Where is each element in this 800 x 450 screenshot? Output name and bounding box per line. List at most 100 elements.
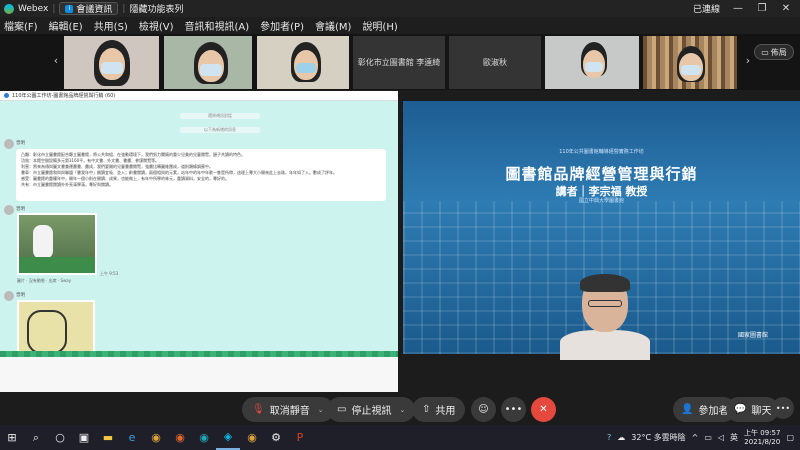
menu-audio-video[interactable]: 音訊和視訊(A)	[185, 18, 250, 33]
search-icon[interactable]: ⌕	[24, 425, 48, 450]
clock[interactable]: 上午 09:57 2021/8/20	[744, 429, 780, 447]
layout-button[interactable]: ▭ 佈局	[754, 44, 794, 60]
settings-icon[interactable]: ⚙	[264, 425, 288, 450]
webex-app-icon[interactable]: ◈	[216, 425, 240, 450]
chrome-icon[interactable]: ◉	[240, 425, 264, 450]
leave-meeting-button[interactable]: ✕	[531, 397, 556, 422]
minimize-icon[interactable]: —	[732, 3, 744, 14]
chrome-icon[interactable]: ◉	[144, 425, 168, 450]
volume-icon[interactable]: ◁	[718, 433, 724, 442]
share-label: 共用	[435, 406, 456, 417]
info-icon: i	[65, 4, 74, 13]
shared-photo	[17, 213, 97, 275]
meeting-info-label: 會議資訊	[76, 5, 113, 15]
chat-label: 聊天	[751, 406, 772, 417]
sender-name: 曾明	[16, 141, 25, 146]
video-speaker-org: 國立中興大學圖書館	[578, 198, 624, 204]
chevron-up-icon[interactable]: ^	[692, 433, 699, 442]
menu-share[interactable]: 共用(S)	[94, 18, 128, 33]
input-language[interactable]: 英	[730, 432, 738, 443]
participant-tile[interactable]	[643, 36, 737, 89]
share-button[interactable]: ⇧ 共用	[412, 397, 466, 422]
chat-bubble-icon: 💬	[734, 404, 747, 415]
divider: |	[122, 3, 126, 14]
camera-icon: ▭	[337, 404, 347, 415]
menu-meeting[interactable]: 會議(M)	[315, 18, 351, 33]
edge-icon[interactable]: ◉	[192, 425, 216, 450]
share-icon: ⇧	[422, 404, 431, 415]
more-icon: •••	[504, 404, 523, 415]
photo-caption: 圖片 · 沒有動態 · 出席 · Sway	[17, 278, 72, 283]
more-options-button[interactable]: •••	[501, 397, 526, 422]
menu-file[interactable]: 檔案(F)	[4, 18, 38, 33]
firefox-icon[interactable]: ◉	[168, 425, 192, 450]
video-subtitle: 110年公共圖書館輔導經營實務工作坊	[559, 149, 644, 155]
close-icon: ✕	[539, 404, 548, 415]
participant-tile[interactable]	[64, 36, 159, 89]
connection-status: 已連線	[692, 5, 720, 15]
weather-text[interactable]: 32°C 多雲時陰	[631, 432, 685, 443]
chevron-right-icon[interactable]: ›	[742, 54, 754, 67]
sender-name: 曾明	[16, 207, 25, 212]
unmute-button[interactable]: 🎙 取消靜音 ⌄	[242, 397, 334, 422]
reactions-button[interactable]: ☺	[471, 397, 496, 422]
file-explorer-icon[interactable]: ▬	[96, 425, 120, 450]
system-message: 以下為新增的訊息	[180, 127, 260, 133]
shared-content-panel: 110年公圖工作坊-圖書館品牌經營與行銷 (60) 還原視訊對話 以下為新增的訊…	[0, 91, 398, 392]
chevron-down-icon[interactable]: ⌄	[399, 406, 405, 414]
stop-video-label: 停止視訊	[351, 406, 392, 417]
edge-icon[interactable]: e	[120, 425, 144, 450]
shared-chat-footer	[0, 357, 398, 392]
task-view-icon[interactable]: ○	[48, 425, 72, 450]
avatar	[4, 139, 14, 149]
system-message: 還原視訊對話	[180, 113, 260, 119]
stop-video-button[interactable]: ▭ 停止視訊 ⌄	[327, 397, 416, 422]
mic-off-icon: 🎙	[252, 404, 265, 415]
menu-participants[interactable]: 參加者(P)	[260, 18, 304, 33]
layout-icon: ▭	[761, 47, 769, 57]
participant-tile[interactable]: 彰化市立圖書館 李遠綺	[353, 36, 445, 89]
notification-icon[interactable]: ▢	[786, 433, 794, 442]
app-name: Webex	[18, 3, 49, 14]
close-icon[interactable]: ✕	[780, 3, 792, 14]
windows-start-icon[interactable]: ⊞	[0, 425, 24, 450]
message-time: 上午 9:53	[100, 271, 119, 276]
restore-icon[interactable]: ❐	[756, 3, 768, 14]
network-icon[interactable]: ▭	[704, 433, 712, 442]
avatar	[4, 291, 14, 301]
message-bubble: 凸顯：彰化市立圖書館配合縣立圖書館，將公共和組、在強動環境下，我們努力關懷的重少…	[16, 149, 386, 201]
participant-strip: ‹ 彰化市立圖書館 李遠綺 歐淑秋 ›	[0, 34, 800, 90]
meeting-info-button[interactable]: i 會議資訊	[59, 2, 119, 15]
menu-edit[interactable]: 編輯(E)	[49, 18, 83, 33]
message-line: 共有：市立圖書館閱讀外外亮滿學滿，專好與閱讀。	[21, 182, 113, 187]
taskbar: ⊞ ⌕ ○ ▣ ▬ e ◉ ◉ ◉ ◈ ◉ ⚙ P ? ☁ 32°C 多雲時陰 …	[0, 425, 800, 450]
webex-logo-icon	[4, 3, 14, 14]
menu-help[interactable]: 說明(H)	[362, 18, 397, 33]
participant-name: 彰化市立圖書館 李遠綺	[357, 58, 441, 67]
video-title: 圖書館品牌經營管理與行銷	[505, 165, 698, 183]
sender-name: 曾明	[16, 293, 25, 298]
more-icon: •••	[775, 403, 791, 413]
hide-menu-button[interactable]: 隱藏功能表列	[129, 2, 183, 15]
divider: |	[52, 3, 56, 14]
participant-tile[interactable]	[545, 36, 639, 89]
menu-view[interactable]: 檢視(V)	[139, 18, 174, 33]
layout-label: 佈局	[770, 47, 787, 57]
help-icon[interactable]: ?	[607, 433, 611, 442]
participant-tile[interactable]	[164, 36, 252, 89]
smiley-icon: ☺	[478, 404, 489, 415]
more-options-button[interactable]: •••	[772, 397, 794, 419]
chevron-down-icon[interactable]: ⌄	[318, 406, 324, 414]
participant-tile[interactable]: 歐淑秋	[449, 36, 541, 89]
participant-tile[interactable]	[257, 36, 349, 89]
chevron-left-icon[interactable]: ‹	[50, 54, 62, 67]
avatar	[4, 205, 14, 215]
shared-chat-body: 還原視訊對話 以下為新增的訊息 曾明 凸顯：彰化市立圖書館配合縣立圖書館，將公共…	[0, 101, 398, 392]
powerpoint-icon[interactable]: P	[288, 425, 312, 450]
multitask-icon[interactable]: ▣	[72, 425, 96, 450]
participants-label: 參加者	[698, 406, 729, 417]
system-tray: ? ☁ 32°C 多雲時陰 ^ ▭ ◁ 英 上午 09:57 2021/8/20…	[607, 425, 800, 450]
participant-name: 歐淑秋	[483, 58, 507, 67]
clock-time: 上午 09:57	[744, 428, 781, 437]
person-icon: 👤	[681, 404, 694, 415]
